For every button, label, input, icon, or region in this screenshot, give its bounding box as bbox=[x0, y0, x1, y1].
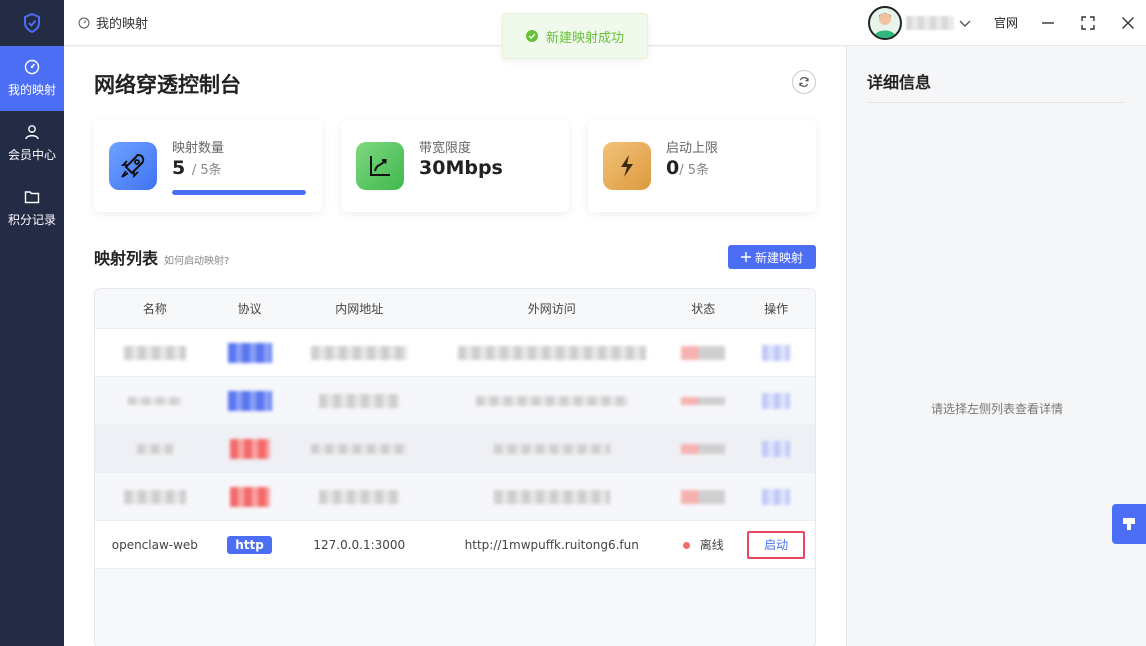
col-header: 状态 bbox=[691, 302, 716, 316]
mapping-list-header: 映射列表 如何启动映射? bbox=[94, 245, 229, 269]
sidebar-item-label: 积分记录 bbox=[7, 213, 56, 227]
table-row-redacted[interactable] bbox=[95, 377, 815, 425]
feedback-icon bbox=[1123, 518, 1135, 530]
maximize-button[interactable] bbox=[1070, 15, 1106, 30]
sidebar-item-mappings[interactable]: 我的映射 bbox=[0, 46, 64, 111]
official-site-link[interactable]: 官网 bbox=[994, 14, 1018, 31]
section-title: 映射列表 bbox=[94, 249, 159, 268]
breadcrumb-label: 我的映射 bbox=[96, 17, 149, 32]
mapping-progress-bar bbox=[172, 190, 306, 195]
user-icon bbox=[25, 125, 39, 140]
col-header: 协议 bbox=[237, 302, 262, 316]
bandwidth-chart-icon bbox=[356, 142, 404, 190]
table-header: 名称 协议 内网地址 外网访问 状态 操作 bbox=[95, 289, 815, 329]
success-toast: 新建映射成功 bbox=[502, 13, 648, 59]
detail-title: 详细信息 bbox=[867, 73, 932, 92]
stat-value: 5 / 5条 bbox=[172, 157, 222, 179]
stat-label: 映射数量 bbox=[172, 141, 225, 156]
sidebar-item-membership[interactable]: 会员中心 bbox=[0, 111, 64, 176]
stat-label: 启动上限 bbox=[666, 141, 719, 156]
stat-label: 带宽限度 bbox=[419, 141, 472, 156]
lightning-icon bbox=[603, 142, 651, 190]
stat-card-mappings: 映射数量 5 / 5条 bbox=[94, 120, 322, 212]
mapping-table: 名称 协议 内网地址 外网访问 状态 操作 openclaw-web http … bbox=[94, 288, 816, 646]
app-logo-icon bbox=[0, 0, 64, 46]
detail-panel: 详细信息 请选择左侧列表查看详情 bbox=[846, 47, 1146, 646]
table-row-redacted[interactable] bbox=[95, 425, 815, 473]
internal-address: 127.0.0.1:3000 bbox=[313, 537, 406, 552]
avatar[interactable] bbox=[867, 5, 902, 40]
close-button[interactable] bbox=[1110, 16, 1146, 30]
username[interactable] bbox=[905, 15, 954, 30]
status-badge: 离线 bbox=[669, 536, 737, 553]
gauge-icon bbox=[78, 17, 90, 28]
col-header: 外网访问 bbox=[527, 302, 576, 316]
divider bbox=[867, 102, 1125, 103]
col-header: 名称 bbox=[142, 302, 167, 316]
stat-value: 30Mbps bbox=[419, 157, 503, 179]
fullscreen-icon bbox=[1081, 15, 1095, 30]
stat-card-starts: 启动上限 0/ 5条 bbox=[588, 120, 816, 212]
sidebar-item-label: 会员中心 bbox=[7, 148, 56, 162]
chevron-down-icon[interactable] bbox=[958, 16, 972, 30]
rocket-icon bbox=[109, 142, 157, 190]
external-url[interactable]: http://1mwpuffk.ruitong6.fun bbox=[434, 538, 669, 552]
col-header: 操作 bbox=[764, 302, 789, 316]
minimize-button[interactable] bbox=[1030, 16, 1066, 30]
sidebar-item-label: 我的映射 bbox=[7, 83, 56, 97]
new-mapping-button[interactable]: 新建映射 bbox=[728, 245, 816, 269]
plus-icon bbox=[740, 252, 751, 262]
close-icon bbox=[1122, 16, 1134, 29]
stat-value: 0/ 5条 bbox=[666, 157, 710, 179]
feedback-button[interactable] bbox=[1112, 504, 1146, 544]
folder-icon bbox=[24, 191, 40, 204]
minimize-icon bbox=[1042, 21, 1054, 24]
protocol-badge: http bbox=[227, 535, 272, 554]
toast-message: 新建映射成功 bbox=[545, 30, 624, 46]
breadcrumb: 我的映射 bbox=[78, 13, 148, 32]
help-link[interactable]: 如何启动映射? bbox=[164, 252, 229, 267]
offline-dot-icon bbox=[682, 542, 690, 549]
refresh-icon bbox=[799, 77, 809, 87]
main-content: 网络穿透控制台 映射数量 5 / 5条 带宽限度 30Mbps 启动上限 0/ … bbox=[64, 47, 846, 646]
new-mapping-label: 新建映射 bbox=[754, 250, 803, 265]
check-circle-icon bbox=[525, 30, 538, 42]
start-button[interactable]: 启动 bbox=[747, 530, 806, 559]
table-row[interactable]: openclaw-web http 127.0.0.1:3000 http://… bbox=[95, 521, 815, 569]
detail-empty-text: 请选择左侧列表查看详情 bbox=[930, 402, 1063, 416]
mapping-name: openclaw-web bbox=[111, 537, 198, 552]
sidebar: 我的映射 会员中心 积分记录 bbox=[0, 0, 64, 646]
stat-card-bandwidth: 带宽限度 30Mbps bbox=[341, 120, 569, 212]
gauge-icon bbox=[24, 59, 40, 75]
col-header: 内网地址 bbox=[335, 302, 384, 316]
refresh-button[interactable] bbox=[792, 70, 816, 94]
page-title: 网络穿透控制台 bbox=[94, 73, 241, 97]
table-row-redacted[interactable] bbox=[95, 329, 815, 377]
table-row-redacted[interactable] bbox=[95, 473, 815, 521]
sidebar-item-points[interactable]: 积分记录 bbox=[0, 176, 64, 241]
